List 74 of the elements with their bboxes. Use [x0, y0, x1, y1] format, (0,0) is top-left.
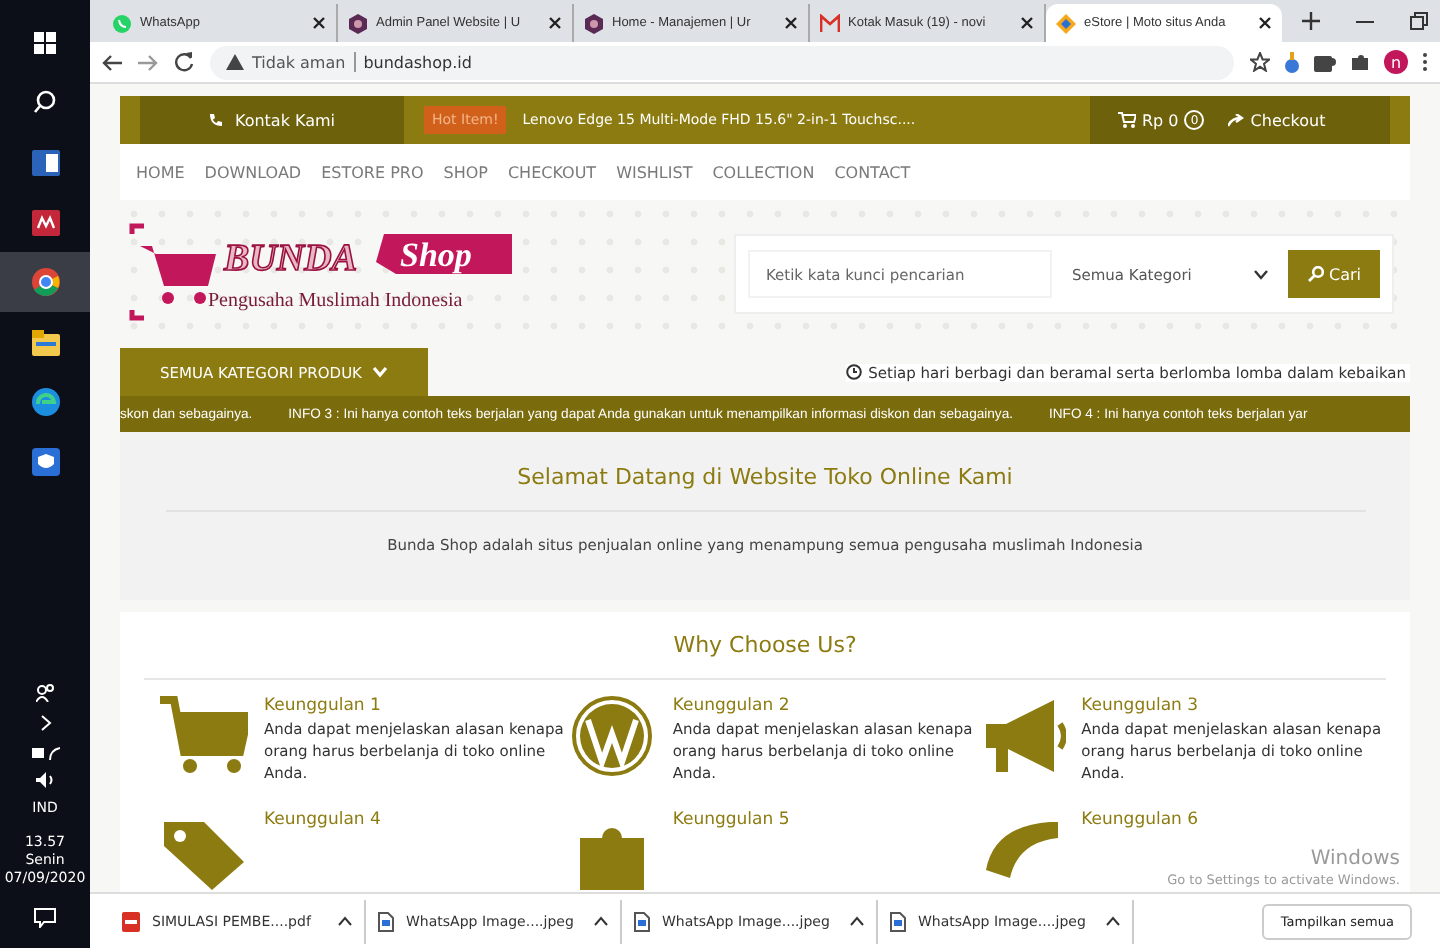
cart-icon	[1118, 112, 1136, 128]
reload-icon[interactable]	[174, 52, 194, 72]
people-icon[interactable]	[35, 683, 55, 702]
forward-icon[interactable]	[138, 53, 158, 71]
security-label: Tidak aman	[252, 53, 346, 71]
grid-app-icon[interactable]	[31, 209, 59, 235]
hexagon-icon	[348, 13, 368, 33]
profile-avatar[interactable]: n	[1384, 50, 1408, 74]
feature-title: Keunggulan 4	[264, 809, 381, 830]
diamond-icon	[1056, 13, 1076, 33]
file-icon	[890, 911, 906, 931]
chevron-icon	[1254, 269, 1268, 279]
speaker-icon[interactable]	[36, 771, 54, 788]
search-icon	[1307, 266, 1323, 282]
search-icon[interactable]	[33, 90, 57, 114]
close-icon[interactable]	[1020, 16, 1034, 30]
clock-icon	[846, 364, 863, 380]
feature-title: Keunggulan 6	[1081, 809, 1199, 830]
mail-icon	[820, 13, 840, 33]
browser-icon[interactable]	[31, 268, 59, 296]
file-icon	[378, 911, 394, 931]
arrow-icon	[1228, 113, 1245, 127]
nav-link[interactable]: WISHLIST	[616, 163, 693, 181]
caret-icon	[1106, 916, 1120, 926]
warning-icon	[226, 54, 244, 70]
extension-icon[interactable]	[1314, 52, 1336, 72]
pdf-file-icon	[122, 911, 140, 931]
close-icon[interactable]	[1258, 16, 1272, 30]
chat-bubble-icon	[112, 13, 132, 33]
nav-link[interactable]: SHOP	[443, 163, 488, 181]
chevron-icon	[371, 366, 388, 378]
feature-title: Keunggulan 5	[672, 809, 790, 830]
close-icon[interactable]	[312, 16, 326, 30]
caret-icon	[594, 916, 608, 926]
welcome-title: Selamat Datang di Website Toko Online Kami	[517, 464, 1013, 490]
contact-us-button[interactable]: Kontak Kami	[140, 96, 404, 144]
star-icon[interactable]	[1250, 52, 1270, 72]
restore-icon[interactable]	[1410, 12, 1428, 30]
nav-link[interactable]: DOWNLOAD	[204, 163, 302, 181]
feature-title: Keunggulan 1	[264, 696, 383, 716]
feature-title: Keunggulan 3	[1081, 696, 1201, 716]
file-icon	[634, 911, 650, 931]
chevron-icon[interactable]	[39, 713, 51, 732]
flask-icon[interactable]	[1284, 51, 1300, 73]
hexagon-icon	[584, 13, 604, 33]
url-text: bundashop.id	[363, 53, 472, 71]
back-icon[interactable]	[102, 53, 122, 71]
caret-icon	[338, 916, 352, 926]
search-button[interactable]: Cari	[1288, 250, 1380, 298]
nav-link[interactable]: ESTORE PRO	[321, 163, 424, 181]
wordpress-icon	[568, 696, 657, 780]
puzzle-icon[interactable]	[1350, 52, 1370, 72]
notification-icon[interactable]	[34, 908, 56, 928]
nav-link[interactable]: CHECKOUT	[507, 163, 597, 181]
folder-icon[interactable]	[31, 329, 59, 355]
nav-link[interactable]: CONTACT	[834, 163, 911, 181]
close-icon[interactable]	[548, 16, 562, 30]
more-icon[interactable]	[1422, 52, 1428, 72]
activation-title: Windows	[1310, 848, 1400, 870]
section-title: Why Choose Us?	[673, 632, 857, 658]
nav-link[interactable]: HOME	[136, 163, 185, 181]
phone-icon	[208, 112, 225, 128]
feature-title: Keunggulan 2	[672, 696, 792, 716]
close-icon[interactable]	[784, 16, 798, 30]
logo[interactable]: BUNDA Shop Pengusaha Muslimah Indonesia	[128, 222, 520, 326]
checkout-link[interactable]: Checkout	[1228, 111, 1326, 129]
new-tab-icon[interactable]	[1302, 12, 1320, 30]
windows-icon[interactable]	[34, 31, 56, 53]
shield-app-icon[interactable]	[31, 448, 59, 476]
address-bar[interactable]: Tidak aman bundashop.id	[210, 45, 1234, 79]
nav-link[interactable]: COLLECTION	[712, 163, 815, 181]
caret-icon	[850, 916, 864, 926]
document-app-icon[interactable]	[31, 149, 59, 175]
edge-icon[interactable]	[31, 388, 59, 416]
